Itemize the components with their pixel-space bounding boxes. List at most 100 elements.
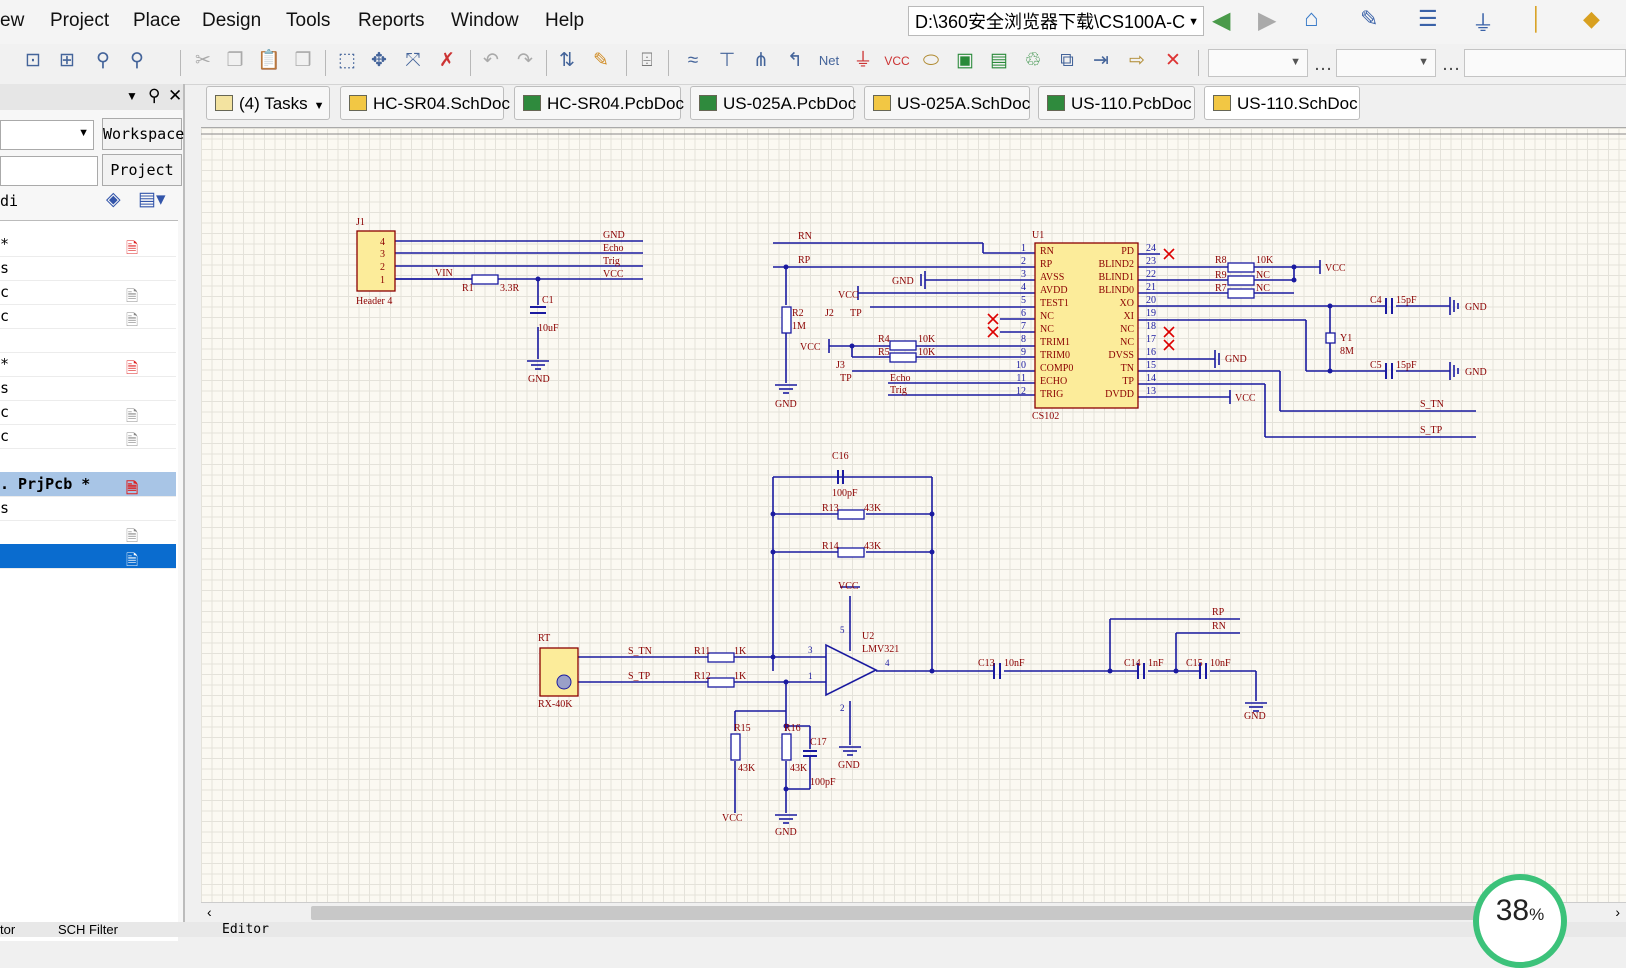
more-icon[interactable]: … — [1438, 52, 1464, 78]
scroll-left-icon[interactable]: ‹ — [207, 904, 212, 920]
back-icon[interactable]: ◀ — [1212, 6, 1230, 35]
deselect-icon[interactable]: ✗ — [434, 48, 460, 74]
power-port-icon[interactable]: ⏚ — [1472, 6, 1494, 38]
tab-us-025a-sch[interactable]: US-025A.SchDoc — [864, 86, 1030, 120]
home-icon[interactable]: ⌂ — [1304, 5, 1319, 33]
structure-editor-icon[interactable]: ▤▾ — [138, 188, 166, 211]
edit-icon[interactable]: ✎ — [1360, 6, 1378, 32]
menu-help[interactable]: Help — [545, 10, 584, 32]
tree-row[interactable]: c 🗎 — [0, 424, 176, 449]
u1-pin-name: NC — [1120, 324, 1134, 335]
filter-combo-3[interactable] — [1464, 49, 1626, 77]
u2-name: LMV321 — [862, 644, 899, 655]
vcc-port-icon[interactable]: VCC — [884, 48, 910, 74]
u1-pin-number: 12 — [1016, 386, 1026, 397]
menu-design[interactable]: Design — [202, 10, 261, 32]
tab-navigator[interactable]: tor — [0, 922, 15, 937]
horizontal-scrollbar[interactable]: ‹ › — [201, 902, 1626, 923]
place-harness-entry-icon[interactable]: ⇥ — [1088, 48, 1114, 74]
u1-pin-number: 2 — [1021, 256, 1026, 267]
hierarchy-icon[interactable]: ⇅ — [554, 48, 580, 74]
tree-row-project[interactable]: . PrjPcb * 🗎 — [0, 472, 176, 497]
workspace-combo[interactable]: ▼ — [0, 120, 94, 150]
tree-row[interactable]: * 🗎 — [0, 352, 176, 377]
scroll-thumb[interactable] — [311, 906, 1491, 920]
panel-menu-icon[interactable]: ▼ — [126, 89, 138, 103]
tab-tasks[interactable]: (4) Tasks ▼ — [206, 86, 330, 120]
place-sheet-entry-icon[interactable]: ▤ — [986, 48, 1012, 74]
tab-us-110-pcb[interactable]: US-110.PcbDoc — [1038, 86, 1195, 120]
forward-icon[interactable]: ▶ — [1258, 6, 1276, 35]
move-icon[interactable]: ✥ — [366, 48, 392, 74]
place-net-label-icon[interactable]: Net — [816, 48, 842, 74]
menu-tools[interactable]: Tools — [286, 10, 330, 32]
menu-view[interactable]: ew — [0, 10, 24, 32]
menu-reports[interactable]: Reports — [358, 10, 425, 32]
schematic-canvas[interactable]: J1 Header 4 4 3 2 1 GND Echo Trig VCC VI… — [201, 127, 1626, 903]
paste-icon[interactable]: 📋 — [256, 48, 282, 74]
tree-row[interactable]: * 🗎 — [0, 232, 176, 257]
zoom-menu-icon[interactable]: ⚲ — [124, 48, 150, 74]
file-view-icon[interactable]: ◈ — [106, 188, 121, 211]
tree-row[interactable]: c 🗎 — [0, 280, 176, 305]
cut-icon[interactable]: ✂ — [190, 48, 216, 74]
menu-project[interactable]: Project — [50, 10, 109, 32]
wire-icon[interactable]: │ — [1530, 6, 1544, 32]
tree-row[interactable]: c 🗎 — [0, 400, 176, 425]
place-part-icon[interactable]: ⬭ — [918, 48, 944, 74]
select-area-icon[interactable]: ⬚ — [334, 48, 360, 74]
schematic-icon — [349, 95, 367, 111]
path-combo[interactable]: D:\360安全浏览器下载\CS100A-C ▼ — [908, 6, 1204, 36]
align-icon[interactable]: ☰ — [1418, 6, 1438, 32]
tree-row[interactable]: c 🗎 — [0, 304, 176, 329]
place-bus-icon[interactable]: ⊤ — [714, 48, 740, 74]
more-icon[interactable]: … — [1310, 52, 1336, 78]
tab-editor[interactable]: Editor — [222, 922, 269, 937]
tree-row[interactable]: 🗎 — [0, 520, 176, 545]
redo-icon[interactable]: ↷ — [512, 48, 538, 74]
tree-row[interactable] — [0, 448, 176, 473]
gnd-port-icon[interactable]: ⏚ — [850, 48, 876, 74]
tab-us-110-sch[interactable]: US-110.SchDoc — [1204, 86, 1360, 120]
place-device-sheet-icon[interactable]: ♲ — [1020, 48, 1046, 74]
port-icon[interactable]: ◆ — [1583, 6, 1600, 32]
place-harness-connector-icon[interactable]: ⧉ — [1054, 48, 1080, 74]
place-port-icon[interactable]: ⇨ — [1124, 48, 1150, 74]
place-bus-entry-icon[interactable]: ⋔ — [748, 48, 774, 74]
place-signal-harness-icon[interactable]: ↰ — [782, 48, 808, 74]
zoom-area-icon[interactable]: ⊞ — [54, 48, 80, 74]
tab-hc-sr04-sch[interactable]: HC-SR04.SchDoc — [340, 86, 510, 120]
filter-combo-2[interactable]: ▼ — [1336, 49, 1436, 77]
undo-icon[interactable]: ↶ — [478, 48, 504, 74]
tree-row-selected[interactable]: 🗎 — [0, 544, 176, 569]
scroll-right-icon[interactable]: › — [1615, 904, 1620, 920]
tab-hc-sr04-pcb[interactable]: HC-SR04.PcbDoc — [514, 86, 684, 120]
place-wire-icon[interactable]: ≈ — [680, 48, 706, 74]
place-sheet-icon[interactable]: ▣ — [952, 48, 978, 74]
tab-us-025a-pcb[interactable]: US-025A.PcbDoc — [690, 86, 856, 120]
move-selection-icon[interactable]: ⤧ — [400, 48, 426, 74]
close-icon[interactable]: ✕ — [168, 86, 182, 106]
pin-icon[interactable]: ⚲ — [148, 86, 160, 106]
tree-row[interactable]: s — [0, 376, 176, 401]
no-erc-icon[interactable]: ✕ — [1160, 48, 1186, 74]
zoom-select-icon[interactable]: ⚲ — [90, 48, 116, 74]
menu-place[interactable]: Place — [133, 10, 181, 32]
tree-row[interactable]: s — [0, 496, 176, 521]
project-combo[interactable] — [0, 156, 98, 186]
tree-row[interactable]: s — [0, 256, 176, 281]
filter-combo-1[interactable]: ▼ — [1208, 49, 1308, 77]
zoom-fit-icon[interactable]: ⊡ — [20, 48, 46, 74]
u1-pin-number: 7 — [1021, 321, 1026, 332]
copy-icon[interactable]: ❐ — [222, 48, 248, 74]
cross-probe-icon[interactable]: ✎ — [588, 48, 614, 74]
c5-ref: C5 — [1370, 360, 1382, 371]
browse-library-icon[interactable]: ⌹ — [634, 48, 660, 74]
tree-row[interactable] — [0, 328, 176, 353]
workspace-button[interactable]: Workspace — [102, 118, 184, 150]
menu-window[interactable]: Window — [451, 10, 519, 32]
zoom-badge[interactable]: 38% — [1473, 874, 1567, 968]
rubber-stamp-icon[interactable]: ❒ — [290, 48, 316, 74]
tab-sch-filter[interactable]: SCH Filter — [58, 922, 118, 937]
project-button[interactable]: Project — [102, 154, 182, 186]
